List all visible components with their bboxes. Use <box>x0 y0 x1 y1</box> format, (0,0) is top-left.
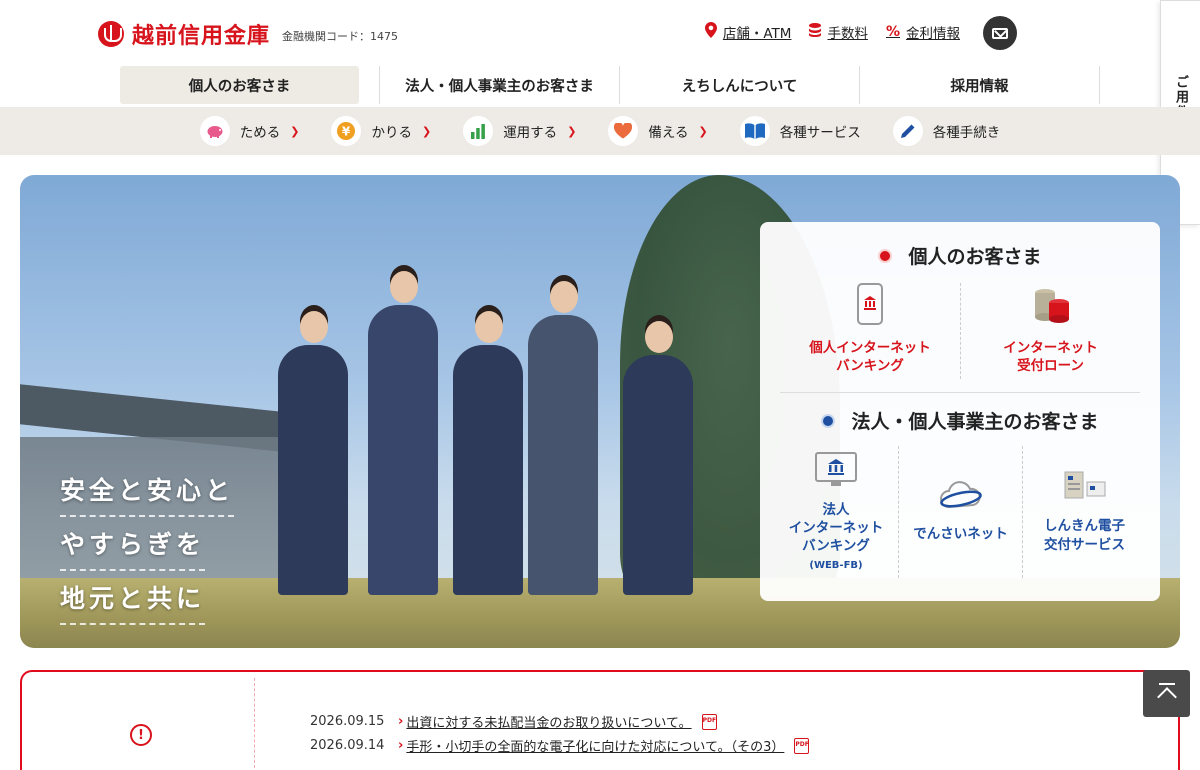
subnav-label: 各種サービス <box>779 125 861 141</box>
nav-recruit[interactable]: 採用情報 <box>859 66 1100 104</box>
notice-divider <box>254 678 255 768</box>
pdf-icon: PDF <box>701 713 717 730</box>
arrow-up-icon <box>1156 686 1177 707</box>
link-label: 受付ローン <box>1017 357 1084 374</box>
subnav-save[interactable]: ためる ❯ <box>199 116 300 146</box>
cloud-icon <box>939 481 983 516</box>
institution-code: 金融機関コード：1475 <box>282 30 399 43</box>
book-icon <box>739 116 770 146</box>
subnav-services[interactable]: 各種サービス <box>739 116 861 146</box>
corporate-title-text: 法人・個人事業主のお客さま <box>851 411 1099 433</box>
chevron-down-icon: ❯ <box>698 124 708 138</box>
bar-chart-icon <box>463 116 494 146</box>
catch-line: 安全と安心と <box>60 465 235 517</box>
link-label: バンキング <box>836 357 904 374</box>
mail-icon <box>992 27 1008 39</box>
util-link-label: 金利情報 <box>906 26 960 42</box>
link-label: 個人インターネット <box>809 339 931 356</box>
link-label: インターネット <box>1003 339 1098 356</box>
personal-title-text: 個人のお客さま <box>908 246 1042 268</box>
corporate-section-title: 法人・個人事業主のお客さま <box>760 407 1160 434</box>
logo-text: 越前信用金庫 <box>132 24 271 49</box>
subnav-label: 備える <box>648 125 689 141</box>
link-sub-label: (WEB-FB) <box>809 559 863 571</box>
link-label: 交付サービス <box>1044 536 1125 553</box>
logo-mark-icon <box>98 21 124 47</box>
quick-access-panel: 個人のお客さま 個人インターネット バンキング インターネット 受付ローン 法人… <box>760 222 1160 601</box>
arrow-right-icon: › <box>398 714 404 729</box>
news-date: 2026.09.14 <box>310 738 385 753</box>
corporate-internet-banking-link[interactable]: 法人 インターネット バンキング (WEB-FB) <box>774 446 898 578</box>
percent-icon: % <box>885 24 900 40</box>
personal-section-title: 個人のお客さま <box>760 242 1160 269</box>
nav-personal[interactable]: 個人のお客さま <box>120 66 359 104</box>
util-link-label: 手数料 <box>827 26 868 42</box>
arrow-right-icon: › <box>398 738 404 753</box>
news-row[interactable]: 2026.09.15 › 出資に対する未払配当金のお取り扱いについて。 PDF <box>310 712 717 731</box>
personal-internet-banking-link[interactable]: 個人インターネット バンキング <box>780 283 960 379</box>
subnav-label: かりる <box>371 125 412 141</box>
shinkin-e-delivery-link[interactable]: しんきん電子 交付サービス <box>1022 446 1146 578</box>
svg-text:¥: ¥ <box>342 125 351 139</box>
staff-photo-illustration <box>278 265 718 595</box>
subnav-label: ためる <box>239 125 281 141</box>
chevron-down-icon: ❯ <box>567 124 577 138</box>
util-link-stores-atm[interactable]: 店舗・ATM <box>704 22 792 42</box>
hero-catchphrase: 安全と安心と やすらぎを 地元と共に <box>60 465 235 627</box>
subnav-label: 運用する <box>503 125 558 141</box>
smartphone-bank-icon <box>857 283 883 330</box>
chevron-down-icon: ❯ <box>421 124 432 138</box>
blue-dot-icon <box>821 413 836 428</box>
nav-about[interactable]: えちしんについて <box>619 66 859 104</box>
catch-line: 地元と共に <box>60 573 206 625</box>
sub-nav: ためる ❯ ¥ かりる ❯ 運用する ❯ 備える ❯ 各種サービス 各種手続き <box>0 107 1200 155</box>
alert-icon: ! <box>130 724 152 746</box>
nav-corporate[interactable]: 法人・個人事業主のお客さま <box>379 66 619 104</box>
document-icon <box>1063 470 1107 509</box>
pen-icon <box>892 116 923 146</box>
important-notices: ! 2026.09.15 › 出資に対する未払配当金のお取り扱いについて。 PD… <box>20 670 1180 770</box>
chevron-down-icon: ❯ <box>290 124 300 138</box>
subnav-procedures[interactable]: 各種手続き <box>892 116 1001 146</box>
piggy-bank-icon <box>199 116 230 146</box>
section-divider <box>780 392 1140 393</box>
subnav-prepare[interactable]: 備える ❯ <box>608 116 708 146</box>
pdf-icon: PDF <box>794 737 810 754</box>
personal-links: 個人インターネット バンキング インターネット 受付ローン <box>760 283 1160 379</box>
news-title[interactable]: 出資に対する未払配当金のお取り扱いについて。 <box>406 712 691 731</box>
link-label: でんさいネット <box>913 525 1008 542</box>
subnav-borrow[interactable]: ¥ かりる ❯ <box>331 116 431 146</box>
corporate-links: 法人 インターネット バンキング (WEB-FB) でんさいネット しんきん電子… <box>760 446 1160 578</box>
yen-coin-icon: ¥ <box>331 116 362 146</box>
internet-loan-link[interactable]: インターネット 受付ローン <box>960 283 1140 379</box>
link-label: バンキング <box>802 538 870 555</box>
monitor-bank-icon <box>815 451 857 493</box>
util-link-fees[interactable]: 手数料 <box>809 22 868 42</box>
link-label: 法人 <box>822 502 850 519</box>
red-dot-icon <box>878 248 893 263</box>
heart-icon <box>608 116 639 146</box>
news-date: 2026.09.15 <box>310 714 385 729</box>
subnav-label: 各種手続き <box>932 125 1001 141</box>
scroll-to-top-button[interactable] <box>1143 670 1190 717</box>
logo[interactable]: 越前信用金庫 金融機関コード：1475 <box>98 18 398 50</box>
link-label: インターネット <box>788 520 884 537</box>
coin-stack-icon <box>1031 285 1071 330</box>
map-pin-icon <box>704 22 717 42</box>
densai-net-link[interactable]: でんさいネット <box>898 446 1022 578</box>
util-link-rates[interactable]: % 金利情報 <box>886 22 960 42</box>
coins-icon <box>809 23 822 41</box>
main-nav: 個人のお客さま 法人・個人事業主のお客さま えちしんについて 採用情報 <box>100 66 1100 104</box>
catch-line: やすらぎを <box>60 519 206 571</box>
utility-links: 店舗・ATM 手数料 % 金利情報 <box>704 22 960 42</box>
subnav-invest[interactable]: 運用する ❯ <box>463 116 576 146</box>
link-label: しんきん電子 <box>1044 518 1125 535</box>
news-title[interactable]: 手形・小切手の全面的な電子化に向けた対応について。（その3） <box>406 736 784 755</box>
util-link-label: 店舗・ATM <box>722 26 792 42</box>
contact-mail-button[interactable] <box>983 16 1017 50</box>
news-row[interactable]: 2026.09.14 › 手形・小切手の全面的な電子化に向けた対応について。（そ… <box>310 736 810 755</box>
hero-banner: 安全と安心と やすらぎを 地元と共に 個人のお客さま 個人インターネット バンキ… <box>20 175 1180 648</box>
site-header: 越前信用金庫 金融機関コード：1475 店舗・ATM 手数料 % 金利情報 <box>0 0 1200 66</box>
